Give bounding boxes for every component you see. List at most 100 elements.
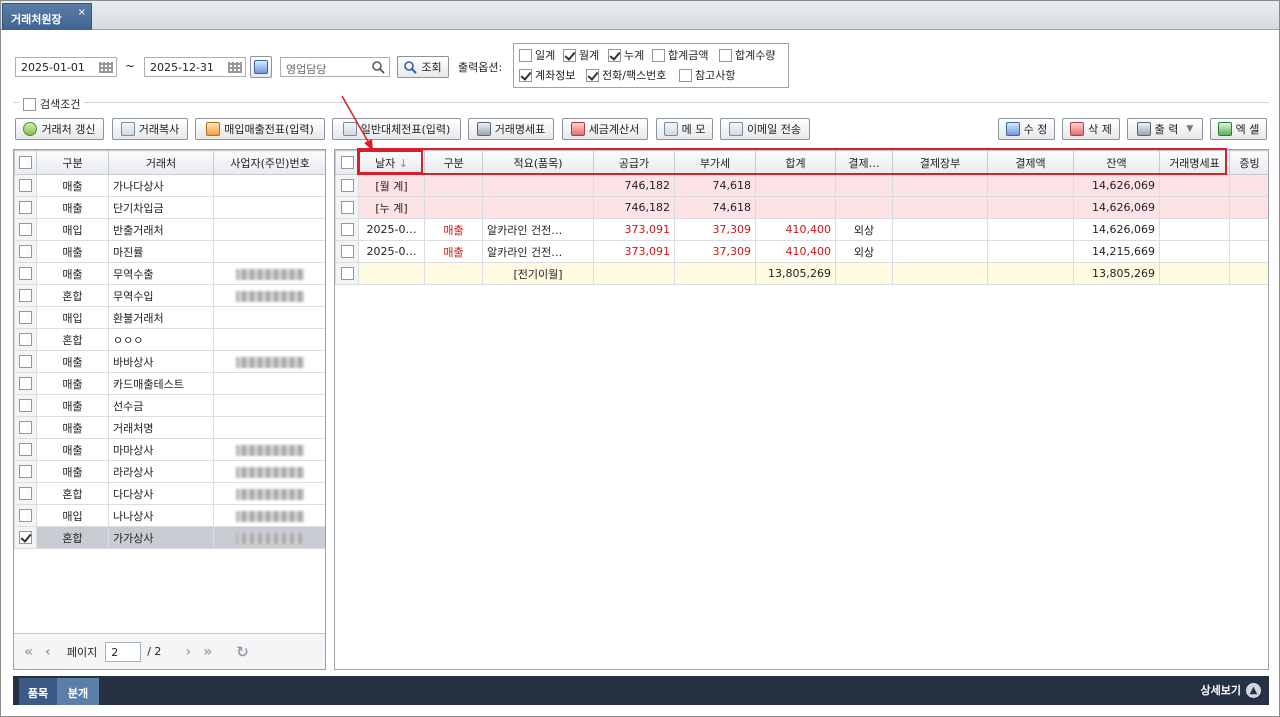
row-checkbox-cell[interactable] bbox=[14, 372, 37, 395]
ledger-row[interactable]: 2025-0… 매출 알카라인 건전… 373,091 37,309 410,400 외상 1… bbox=[335, 218, 1268, 241]
first-page-icon[interactable]: « bbox=[24, 644, 33, 660]
option-monthly[interactable]: 월계 bbox=[563, 47, 599, 63]
customer-row[interactable]: 매출 라라상사 bbox=[14, 460, 325, 483]
select-all-checkbox[interactable] bbox=[19, 156, 32, 170]
row-checkbox[interactable] bbox=[340, 245, 354, 259]
ledger-row[interactable]: 2025-0… 매출 알카라인 건전… 373,091 37,309 410,400 외상 1… bbox=[335, 240, 1268, 263]
column-header[interactable]: 결제장부 bbox=[892, 150, 988, 175]
delete-button[interactable]: 삭 제 bbox=[1062, 118, 1120, 140]
row-checkbox-cell[interactable] bbox=[14, 328, 37, 351]
row-checkbox-cell[interactable] bbox=[14, 240, 37, 263]
option-checkbox[interactable] bbox=[563, 48, 576, 62]
option-checkbox[interactable] bbox=[679, 68, 692, 82]
row-checkbox-cell[interactable] bbox=[14, 196, 37, 219]
row-checkbox[interactable] bbox=[19, 245, 32, 259]
column-header[interactable]: 구분 bbox=[424, 150, 483, 175]
last-page-icon[interactable]: » bbox=[203, 644, 212, 660]
column-header[interactable]: 증빙 bbox=[1229, 150, 1268, 175]
customer-row[interactable]: 혼합 ㅇㅇㅇ bbox=[14, 328, 325, 351]
customer-row[interactable]: 매입 반출거래처 bbox=[14, 218, 325, 241]
row-checkbox[interactable] bbox=[340, 179, 354, 193]
option-checkbox[interactable] bbox=[652, 48, 665, 62]
row-checkbox-cell[interactable] bbox=[14, 350, 37, 373]
row-checkbox[interactable] bbox=[19, 509, 32, 523]
tab-items[interactable]: 품목 bbox=[19, 678, 57, 705]
select-all-checkbox[interactable] bbox=[340, 156, 354, 170]
column-header[interactable]: 거래명세표 bbox=[1159, 150, 1230, 175]
edit-button[interactable]: 수 정 bbox=[998, 118, 1055, 140]
customer-row[interactable]: 매출 마진률 bbox=[14, 240, 325, 263]
close-icon[interactable]: × bbox=[78, 7, 86, 18]
option-cumulative[interactable]: 누계 bbox=[608, 47, 644, 63]
row-checkbox-cell[interactable] bbox=[14, 504, 37, 527]
row-checkbox[interactable] bbox=[19, 531, 32, 545]
column-header[interactable]: 합계 bbox=[755, 150, 836, 175]
row-checkbox-cell[interactable] bbox=[335, 174, 359, 197]
option-checkbox[interactable] bbox=[586, 68, 599, 82]
reload-icon[interactable]: ↻ bbox=[236, 643, 249, 661]
calendar-grid-icon[interactable] bbox=[99, 62, 113, 73]
row-checkbox[interactable] bbox=[19, 421, 32, 435]
search-icon[interactable] bbox=[372, 61, 385, 74]
customer-row[interactable]: 매출 무역수출 bbox=[14, 262, 325, 285]
option-checkbox[interactable] bbox=[519, 68, 532, 82]
chevron-down-icon[interactable]: ▼ bbox=[1186, 124, 1193, 134]
option-total-quantity[interactable]: 합계수량 bbox=[719, 47, 775, 63]
column-header[interactable]: 사업자(주민)번호 bbox=[213, 150, 325, 175]
email-send-button[interactable]: 이메일 전송 bbox=[720, 118, 810, 140]
row-checkbox-cell[interactable] bbox=[14, 262, 37, 285]
ledger-row[interactable]: [월 계] 746,182 74,618 14,626,069 bbox=[335, 174, 1268, 197]
row-checkbox[interactable] bbox=[19, 179, 32, 193]
row-checkbox[interactable] bbox=[19, 267, 32, 281]
row-checkbox[interactable] bbox=[19, 377, 32, 391]
excel-button[interactable]: 엑 셀 bbox=[1210, 118, 1267, 140]
row-checkbox-cell[interactable] bbox=[14, 526, 37, 549]
row-checkbox-cell[interactable] bbox=[14, 284, 37, 307]
customer-row[interactable]: 매입 환불거래처 bbox=[14, 306, 325, 329]
row-checkbox[interactable] bbox=[340, 267, 354, 281]
row-checkbox[interactable] bbox=[19, 443, 32, 457]
sort-descending-icon[interactable]: ↓ bbox=[399, 157, 408, 170]
calendar-button[interactable] bbox=[250, 56, 272, 78]
row-checkbox-cell[interactable] bbox=[14, 218, 37, 241]
customer-row[interactable]: 매출 카드매출테스트 bbox=[14, 372, 325, 395]
next-page-icon[interactable]: › bbox=[185, 644, 191, 660]
page-number-input[interactable]: 2 bbox=[105, 641, 142, 662]
row-checkbox-cell[interactable] bbox=[335, 240, 359, 263]
copy-transaction-button[interactable]: 거래복사 bbox=[112, 118, 188, 140]
option-phone-fax[interactable]: 전화/팩스번호 bbox=[586, 67, 666, 83]
row-checkbox[interactable] bbox=[19, 289, 32, 303]
purchase-sales-slip-button[interactable]: 매입매출전표(입력) bbox=[195, 118, 325, 140]
customer-row[interactable]: 매출 선수금 bbox=[14, 394, 325, 417]
option-daily[interactable]: 일계 bbox=[519, 47, 555, 63]
customer-row[interactable]: 매출 단기차입금 bbox=[14, 196, 325, 219]
column-header[interactable]: 결제액 bbox=[987, 150, 1074, 175]
row-checkbox-cell[interactable] bbox=[14, 460, 37, 483]
option-checkbox[interactable] bbox=[719, 48, 732, 62]
row-checkbox-cell[interactable] bbox=[335, 262, 359, 285]
chevron-up-icon[interactable]: ▲ bbox=[1246, 682, 1261, 698]
column-header[interactable]: 거래처 bbox=[108, 150, 214, 175]
customer-row[interactable]: 혼합 무역수입 bbox=[14, 284, 325, 307]
option-account-info[interactable]: 계좌정보 bbox=[519, 67, 575, 83]
refresh-customers-button[interactable]: 거래처 갱신 bbox=[15, 118, 104, 140]
prev-page-icon[interactable]: ‹ bbox=[45, 644, 51, 660]
column-header[interactable]: 적요(품목) bbox=[482, 150, 594, 175]
column-header[interactable]: 잔액 bbox=[1073, 150, 1160, 175]
customer-row[interactable]: 혼합 다다상사 bbox=[14, 482, 325, 505]
row-checkbox-cell[interactable] bbox=[14, 416, 37, 439]
customer-row[interactable]: 매출 거래처명 bbox=[14, 416, 325, 439]
row-checkbox-cell[interactable] bbox=[14, 394, 37, 417]
row-checkbox[interactable] bbox=[19, 311, 32, 325]
customer-row[interactable]: 매출 마마상사 bbox=[14, 438, 325, 461]
row-checkbox[interactable] bbox=[19, 465, 32, 479]
query-button[interactable]: 조회 bbox=[397, 56, 449, 78]
customer-row[interactable]: 혼합 가가상사 bbox=[14, 526, 325, 549]
column-header[interactable]: 결제… bbox=[835, 150, 893, 175]
row-checkbox-cell[interactable] bbox=[14, 174, 37, 197]
date-to-field[interactable]: 2025-12-31 bbox=[144, 57, 246, 77]
row-checkbox[interactable] bbox=[19, 487, 32, 501]
manager-search-input[interactable]: 영업담당 bbox=[280, 57, 390, 77]
row-checkbox[interactable] bbox=[19, 399, 32, 413]
row-checkbox[interactable] bbox=[19, 223, 32, 237]
